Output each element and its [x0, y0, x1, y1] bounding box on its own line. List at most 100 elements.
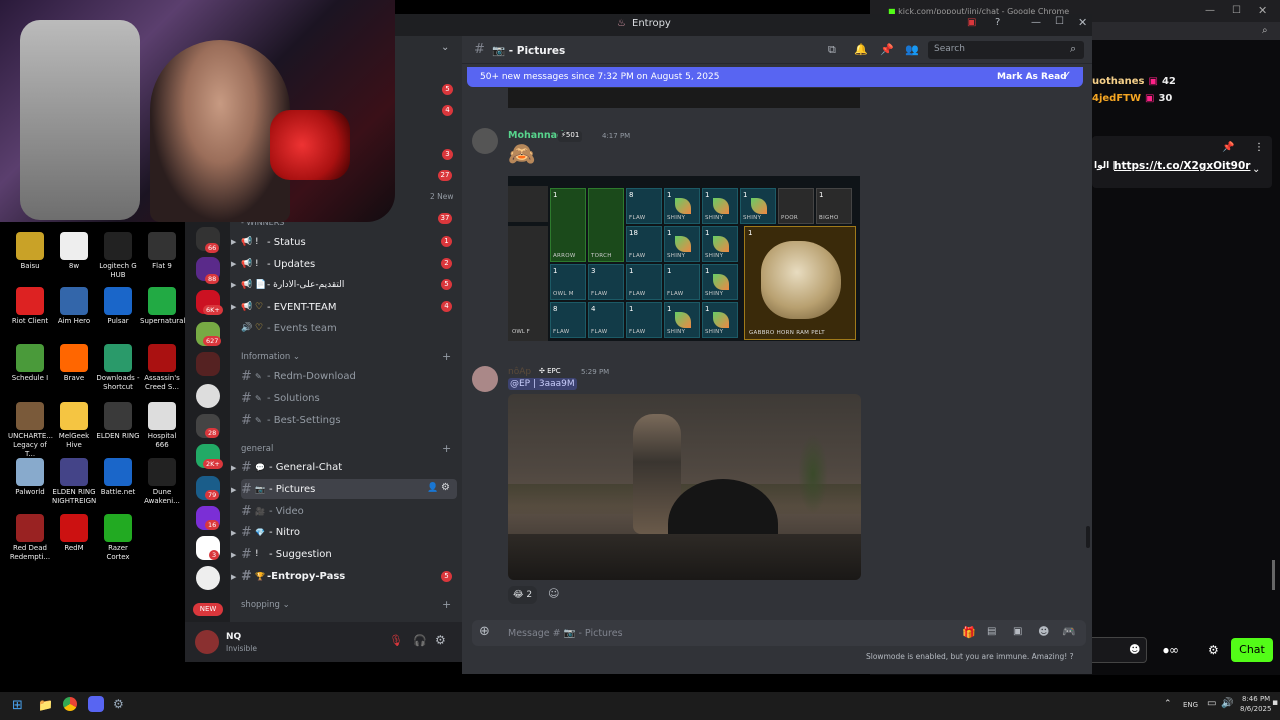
server-icon[interactable] — [196, 566, 220, 590]
channel-best-settings[interactable]: # ✎ - Best-Settings — [241, 410, 457, 430]
user-mention[interactable]: @EP | 3aaa9M — [508, 378, 577, 390]
tray-chevron-icon[interactable]: ⌃ — [1164, 699, 1172, 709]
reaction-chip[interactable]: 😂 2 — [508, 586, 538, 604]
desktop-icon[interactable]: ELDEN RING — [96, 402, 140, 441]
gift-icon[interactable]: 🎁 — [962, 626, 976, 639]
search-input[interactable]: Search ⌕ — [928, 41, 1084, 59]
category-information[interactable]: Information ⌄ — [241, 352, 300, 362]
attach-plus-icon[interactable]: ⊕ — [479, 624, 490, 639]
desktop-icon[interactable]: Palworld — [8, 458, 52, 497]
close-icon[interactable]: ✕ — [1078, 16, 1087, 29]
maximize-icon[interactable]: ☐ — [1055, 16, 1064, 27]
channel-solutions[interactable]: # ✎ - Solutions — [241, 388, 457, 408]
gear-icon[interactable]: ⚙ — [1208, 643, 1219, 657]
expand-arrow-icon[interactable]: ▶ — [231, 529, 236, 537]
desktop-icon[interactable]: Pulsar — [96, 287, 140, 326]
desktop-icon[interactable]: Assassin's Creed S... — [140, 344, 184, 392]
category-shopping[interactable]: shopping ⌄ — [241, 600, 290, 610]
notification-icon[interactable]: ▪ — [1272, 698, 1278, 708]
desktop-icon[interactable]: Red Dead Redempti... — [8, 514, 52, 562]
windows-start-icon[interactable]: ⊞ — [12, 698, 23, 713]
avatar[interactable] — [472, 366, 498, 392]
file-explorer-icon[interactable]: 📁 — [38, 698, 53, 712]
desktop-icon[interactable]: Schedule I — [8, 344, 52, 383]
channel-status[interactable]: 📢! - Status — [241, 232, 457, 252]
channel-redm-download[interactable]: # ✎ - Redm-Download — [241, 366, 457, 386]
new-messages-banner[interactable]: 50+ new messages since 7:32 PM on August… — [467, 67, 1083, 87]
mute-mic-icon[interactable]: 🎙 — [389, 634, 403, 647]
desktop-icon[interactable]: Dune Awakeni... — [140, 458, 184, 506]
expand-arrow-icon[interactable]: ▶ — [231, 303, 236, 311]
apps-icon[interactable]: 🎮 — [1062, 625, 1076, 638]
network-icon[interactable]: ▭ — [1207, 698, 1216, 709]
server-icon[interactable] — [196, 384, 220, 408]
clock-time[interactable]: 8:46 PM — [1242, 695, 1270, 703]
category-general[interactable]: general — [241, 444, 273, 454]
chat-input[interactable]: ☻ — [1092, 637, 1147, 663]
add-reaction-icon[interactable]: ☺ — [548, 587, 559, 600]
add-channel-icon[interactable]: + — [442, 350, 451, 363]
desktop-icon[interactable]: Hospital 666 — [140, 402, 184, 450]
members-icon[interactable]: 👥 — [905, 43, 919, 56]
expand-arrow-icon[interactable]: ▶ — [231, 238, 236, 246]
desktop-icon[interactable]: Supernatural — [140, 287, 185, 326]
add-member-icon[interactable]: 👤 — [427, 483, 438, 493]
channel-apply-admin[interactable]: 📢 📄 - التقديم-على-الادارة — [241, 275, 457, 295]
desktop-icon[interactable]: Flat 9 — [140, 232, 184, 271]
channel-nitro[interactable]: # 💎 - Nitro — [241, 522, 457, 542]
emoji-icon[interactable]: ☻ — [1038, 625, 1049, 638]
chat-user-name[interactable]: uothanes — [1092, 76, 1145, 93]
chrome-scrollbar[interactable] — [1272, 560, 1275, 590]
channel-video[interactable]: # 🎥 - Video — [241, 501, 457, 521]
desktop-icon[interactable]: Baisu — [8, 232, 52, 271]
language-indicator[interactable]: ENG — [1183, 701, 1198, 709]
emoji-icon[interactable]: ☻ — [1129, 643, 1140, 656]
channel-entropy-pass[interactable]: # 🏆 -Entropy-Pass — [241, 566, 457, 586]
gear-icon[interactable]: ⚙ — [441, 482, 450, 493]
clock-date[interactable]: 8/6/2025 — [1240, 705, 1271, 713]
sticker-icon[interactable]: ▣ — [1013, 626, 1022, 637]
chat-button[interactable]: Chat — [1231, 638, 1273, 662]
expand-arrow-icon[interactable]: ▶ — [231, 281, 236, 289]
chevron-down-icon[interactable]: ⌄ — [1252, 164, 1260, 175]
channel-general-chat[interactable]: # 💬 - General-Chat — [241, 457, 457, 477]
points-icon[interactable]: ⦁∞ — [1163, 643, 1179, 658]
chat-scrollbar[interactable] — [1086, 526, 1090, 548]
channel-events-team[interactable]: 🔊 ♡ - Events team — [241, 318, 457, 338]
add-channel-icon[interactable]: + — [442, 598, 451, 611]
maximize-icon[interactable]: ☐ — [1232, 5, 1241, 16]
channel-suggestion[interactable]: #! - Suggestion — [241, 544, 457, 564]
desktop-icon[interactable]: ELDEN RING NIGHTREIGN — [52, 458, 96, 506]
previous-image[interactable] — [508, 88, 860, 108]
desktop-icon[interactable]: Battle.net — [96, 458, 140, 497]
expand-arrow-icon[interactable]: ▶ — [231, 464, 236, 472]
chrome-address-bar[interactable]: ⌕ — [1092, 22, 1280, 40]
chat-user-name[interactable]: 4jedFTW — [1092, 93, 1141, 110]
channel-updates[interactable]: 📢! - Updates — [241, 254, 457, 274]
expand-arrow-icon[interactable]: ▶ — [231, 573, 236, 581]
game-screenshot-image[interactable] — [508, 394, 861, 580]
steam-icon[interactable]: ⚙ — [113, 697, 124, 711]
search-icon[interactable]: ⌕ — [1070, 42, 1076, 56]
server-icon[interactable] — [196, 352, 220, 376]
minimize-icon[interactable]: — — [1031, 17, 1041, 28]
new-pill[interactable]: NEW — [193, 603, 223, 616]
desktop-icon[interactable]: Downloads - Shortcut — [96, 344, 140, 392]
minimize-icon[interactable]: — — [1205, 5, 1215, 16]
pin-icon[interactable]: 📌 — [1222, 142, 1234, 153]
volume-icon[interactable]: 🔊 — [1221, 698, 1233, 709]
bell-icon[interactable]: 🔔 — [854, 43, 868, 56]
desktop-icon[interactable]: Logitech G HUB — [96, 232, 140, 280]
help-icon[interactable]: ? — [995, 17, 1000, 28]
search-icon[interactable]: ⌕ — [1262, 25, 1268, 36]
channel-pictures[interactable]: # 📷 - Pictures 👤 ⚙ — [241, 479, 457, 499]
gear-icon[interactable]: ⚙ — [435, 633, 446, 647]
expand-arrow-icon[interactable]: ▶ — [231, 260, 236, 268]
desktop-icon[interactable]: Brave — [52, 344, 96, 383]
message-input[interactable]: ⊕ Message # 📷 - Pictures 🎁 ▤ ▣ ☻ 🎮 — [472, 620, 1086, 646]
deafen-icon[interactable]: 🎧 — [413, 634, 427, 647]
pin-icon[interactable]: 📌 — [880, 43, 894, 56]
threads-icon[interactable]: ⧉ — [828, 43, 836, 57]
inventory-image[interactable]: 1 ARROW TORCH 8 FLAW 1 SHINY 1 SHINY 1 SHINY … — [508, 176, 860, 341]
message-author[interactable]: nôAp — [508, 367, 531, 377]
